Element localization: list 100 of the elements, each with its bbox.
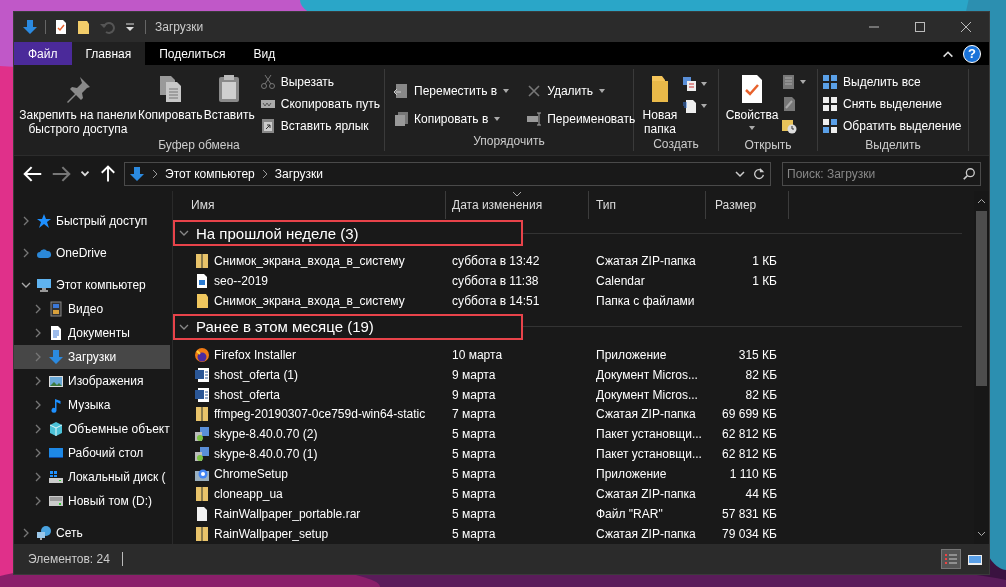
ribbon-tab[interactable]: Поделиться	[145, 42, 240, 65]
rename-button[interactable]: Переименовать	[522, 105, 640, 133]
caret-icon	[748, 125, 756, 131]
file-type: Сжатая ZIP-папка	[595, 487, 697, 502]
nav-item[interactable]: OneDrive	[14, 241, 170, 265]
caret-icon	[700, 81, 708, 87]
delete-icon	[526, 83, 543, 99]
breadcrumb[interactable]: Этот компьютер	[165, 166, 255, 181]
column-header[interactable]: Размер	[706, 191, 789, 219]
breadcrumb[interactable]: Загрузки	[274, 166, 324, 181]
nav-item[interactable]: Видео	[14, 297, 170, 321]
date-modified: 7 марта	[451, 407, 497, 422]
delete-button[interactable]: Удалить	[522, 77, 640, 105]
help-button[interactable]: ?	[963, 44, 981, 63]
group-label: Создать	[652, 136, 700, 152]
file-type: Calendar	[595, 273, 646, 288]
copy-button[interactable]: Копировать	[137, 69, 203, 137]
paste-button[interactable]: Вставить	[202, 69, 256, 137]
zip-folder-icon	[194, 526, 210, 542]
drive-icon	[48, 493, 64, 509]
copy-to-button[interactable]: Копировать в	[389, 105, 515, 133]
pin-button[interactable]: Закрепить на панели быстрого доступа	[18, 69, 138, 137]
nav-item[interactable]: Новый том (D:)	[14, 489, 170, 513]
date-modified: 5 марта	[451, 527, 497, 541]
nav-item[interactable]: Документы	[14, 321, 170, 345]
file-icon	[194, 506, 210, 523]
file-size: 62 812 КБ	[721, 427, 778, 442]
chevron-icon	[151, 168, 159, 179]
desktop-icon	[48, 445, 64, 461]
file-name[interactable]: RainWallpaper_portable.rar	[212, 507, 361, 522]
nav-item[interactable]: Этот компьютер	[14, 273, 170, 297]
folder-icon[interactable]	[76, 19, 92, 35]
file-name[interactable]: ffmpeg-20190307-0ce759d-win64-static	[212, 407, 426, 422]
document-icon	[194, 366, 210, 383]
scissors-icon	[259, 74, 276, 90]
search-field[interactable]: Поиск: Загрузки	[782, 161, 981, 186]
edit-icon	[781, 96, 797, 112]
properties-button[interactable]: Свойства	[723, 69, 781, 137]
file-name[interactable]: Снимок_экрана_входа_в_систему	[212, 293, 405, 308]
file-size: 1 КБ	[751, 273, 778, 288]
select-all-button[interactable]: Выделить все	[822, 71, 962, 93]
nav-item[interactable]: Изображения	[14, 369, 170, 393]
file-name[interactable]: skype-8.40.0.70 (1)	[212, 447, 318, 462]
paste-shortcut-button[interactable]: Вставить ярлык	[259, 115, 380, 137]
select-all-icon	[822, 74, 838, 90]
group-header[interactable]: На прошлой неделе (3)	[173, 220, 523, 246]
nav-item[interactable]: Загрузки	[14, 345, 170, 369]
search-input[interactable]: Поиск: Загрузки	[787, 166, 956, 181]
date-modified: 9 марта	[451, 367, 497, 382]
select-none-button[interactable]: Снять выделение	[822, 93, 962, 115]
nav-item[interactable]: Локальный диск (	[14, 465, 170, 489]
column-header[interactable]: Тип	[589, 191, 706, 219]
nav-item[interactable]: Рабочий стол	[14, 441, 170, 465]
nav-item[interactable]: Сеть	[14, 521, 170, 544]
download-icon	[129, 165, 145, 182]
invert-selection-button[interactable]: Обратить выделение	[822, 115, 962, 137]
date-modified: суббота в 14:51	[451, 293, 541, 308]
nav-item[interactable]: Быстрый доступ	[14, 209, 170, 233]
cut-button[interactable]: Вырезать	[259, 71, 380, 93]
ribbon-tab[interactable]: Главная	[71, 42, 146, 65]
copy-path-button[interactable]: Скопировать путь	[259, 93, 380, 115]
group-label: Упорядочить	[472, 133, 546, 150]
file-type: Сжатая ZIP-папка	[595, 253, 697, 268]
move-to-button[interactable]: Переместить в	[389, 77, 515, 105]
address-field[interactable]: Этот компьютер Загрузки	[124, 161, 771, 186]
column-header[interactable]: Имя	[173, 191, 446, 219]
file-name[interactable]: seo--2019	[212, 273, 269, 288]
item-count: Элементов: 24	[28, 552, 110, 566]
file-name[interactable]: skype-8.40.0.70 (2)	[212, 427, 318, 442]
properties-icon[interactable]	[53, 19, 69, 35]
file-size: 69 699 КБ	[721, 407, 778, 422]
nav-item[interactable]: Музыка	[14, 393, 170, 417]
column-header[interactable]: Дата изменения	[446, 191, 589, 219]
cube-icon	[48, 421, 64, 437]
group-header[interactable]: Ранее в этом месяце (19)	[173, 313, 523, 340]
file-name[interactable]: Firefox Installer	[212, 347, 297, 362]
invert-selection-icon	[822, 118, 838, 134]
nav-item[interactable]: Объемные объект	[14, 417, 170, 441]
file-name[interactable]: Снимок_экрана_входа_в_систему	[212, 253, 405, 268]
file-type: Документ Micros...	[595, 387, 699, 402]
browser-icon	[194, 346, 210, 363]
caret-icon	[502, 88, 511, 94]
calendar-file-icon	[194, 272, 210, 289]
file-name[interactable]: cloneapp_ua	[212, 487, 283, 502]
file-size: 1 КБ	[751, 253, 778, 268]
ribbon-tab[interactable]: Вид	[239, 42, 290, 65]
file-name[interactable]: shost_oferta	[212, 387, 281, 402]
file-name[interactable]: RainWallpaper_setup	[212, 527, 329, 541]
new-folder-button[interactable]: Новая папка	[638, 69, 682, 136]
file-name[interactable]: shost_oferta (1)	[212, 367, 299, 382]
date-modified: 9 марта	[451, 387, 497, 402]
ribbon-tab[interactable]: Файл	[14, 42, 72, 65]
shortcut-icon	[259, 118, 276, 134]
file-size: 82 КБ	[744, 387, 778, 402]
group-label: Выделить	[864, 137, 922, 153]
refresh-icon[interactable]	[752, 166, 766, 181]
new-item-icon	[682, 76, 698, 92]
download-icon[interactable]	[22, 19, 38, 35]
file-name[interactable]: ChromeSetup	[212, 467, 289, 482]
caret-icon	[799, 79, 807, 85]
